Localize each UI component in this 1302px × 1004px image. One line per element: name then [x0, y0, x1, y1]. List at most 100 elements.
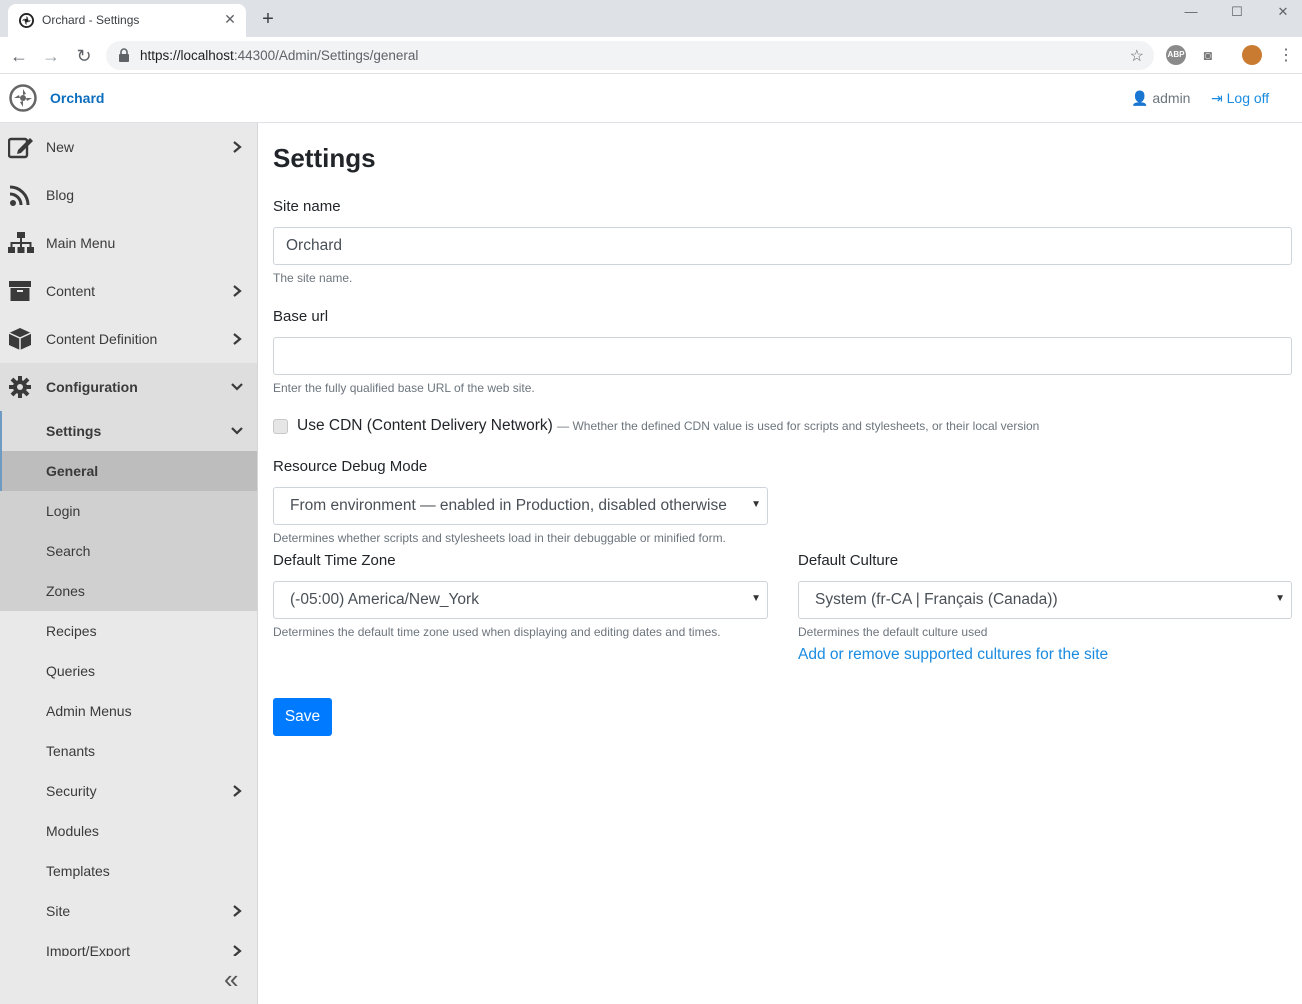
debug-mode-select[interactable]: From environment — enabled in Production… — [273, 487, 768, 525]
caret-down-icon: ▼ — [751, 593, 761, 604]
camera-icon[interactable]: ◙ — [1198, 45, 1218, 65]
back-icon[interactable]: ← — [6, 43, 32, 69]
time-zone-label: Default Time Zone — [273, 552, 396, 569]
collapse-sidebar-button[interactable]: « — [0, 956, 257, 1004]
sidebar-item-templates[interactable]: Templates — [0, 851, 257, 891]
time-zone-select[interactable]: (-05:00) America/New_York ▼ — [273, 581, 768, 619]
sidebar-item-label: Security — [46, 783, 97, 799]
chevron-right-icon — [233, 333, 242, 345]
sidebar-item-new[interactable]: New — [0, 123, 257, 171]
site-name-help: The site name. — [273, 271, 353, 285]
culture-select[interactable]: System (fr-CA | Français (Canada)) ▼ — [798, 581, 1292, 619]
gear-icon — [9, 376, 31, 398]
sidebar-item-content[interactable]: Content — [0, 267, 257, 315]
save-button[interactable]: Save — [273, 698, 332, 736]
sidebar-item-label: Zones — [46, 583, 85, 599]
orchard-favicon-icon — [19, 13, 34, 28]
rss-icon — [9, 185, 30, 206]
caret-down-icon: ▼ — [1275, 593, 1285, 604]
reload-icon[interactable]: ↻ — [71, 43, 97, 69]
sidebar-item-security[interactable]: Security — [0, 771, 257, 811]
sidebar-item-content-definition[interactable]: Content Definition — [0, 315, 257, 363]
base-url-help: Enter the fully qualified base URL of th… — [273, 381, 535, 395]
user-menu[interactable]: 👤 admin — [1131, 90, 1190, 107]
sidebar-item-modules[interactable]: Modules — [0, 811, 257, 851]
chevron-right-icon — [233, 785, 242, 797]
sidebar-item-label: New — [46, 139, 75, 155]
adblock-icon[interactable]: ABP — [1166, 45, 1186, 65]
sidebar-item-recipes[interactable]: Recipes — [0, 611, 257, 651]
minimize-icon[interactable]: — — [1168, 0, 1214, 30]
base-url-input[interactable] — [273, 337, 1292, 375]
sign-out-icon: ⇥ — [1211, 90, 1223, 106]
close-window-icon[interactable]: ✕ — [1260, 0, 1302, 30]
brand-link[interactable]: Orchard — [50, 90, 104, 106]
sidebar-item-zones[interactable]: Zones — [0, 571, 257, 611]
sidebar-item-general[interactable]: General — [0, 451, 257, 491]
sidebar-item-tenants[interactable]: Tenants — [0, 731, 257, 771]
culture-value: System (fr-CA | Français (Canada)) — [815, 591, 1058, 608]
orchard-logo-icon[interactable] — [9, 84, 37, 112]
sidebar-item-site[interactable]: Site — [0, 891, 257, 931]
double-chevron-left-icon: « — [224, 964, 239, 994]
cube-icon — [8, 328, 32, 350]
caret-down-icon: ▼ — [751, 499, 761, 510]
archive-icon — [9, 281, 31, 301]
extension-avatar-icon[interactable] — [1242, 45, 1262, 65]
browser-menu-icon[interactable]: ⋮ — [1273, 43, 1299, 69]
sidebar-item-main-menu[interactable]: Main Menu — [0, 219, 257, 267]
logoff-link[interactable]: ⇥ Log off — [1211, 90, 1269, 107]
admin-topbar: Orchard 👤 admin ⇥ Log off — [0, 74, 1302, 123]
sidebar-item-blog[interactable]: Blog — [0, 171, 257, 219]
sidebar-item-label: Admin Menus — [46, 703, 132, 719]
base-url-label: Base url — [273, 308, 329, 325]
tab-title: Orchard - Settings — [42, 13, 140, 27]
bookmark-star-icon[interactable]: ☆ — [1130, 46, 1144, 66]
chevron-right-icon — [233, 285, 242, 297]
sidebar-item-label: Main Menu — [46, 235, 116, 251]
sidebar-item-label: Templates — [46, 863, 110, 879]
sitemap-icon — [8, 232, 34, 253]
culture-help: Determines the default culture used — [798, 625, 988, 639]
sidebar-item-settings[interactable]: Settings — [0, 411, 257, 451]
sidebar-item-label: Modules — [46, 823, 99, 839]
site-name-input[interactable]: Orchard — [273, 227, 1292, 265]
browser-tabstrip: Orchard - Settings ✕ + — ☐ ✕ — [0, 0, 1302, 37]
debug-mode-value: From environment — enabled in Production… — [290, 497, 727, 514]
browser-toolbar: ← → ↻ https://localhost:44300/Admin/Sett… — [0, 37, 1302, 74]
user-name: admin — [1152, 90, 1191, 106]
chevron-down-icon — [231, 383, 243, 391]
use-cdn-label[interactable]: Use CDN (Content Delivery Network) — Whe… — [297, 417, 1039, 435]
url-text: https://localhost:44300/Admin/Settings/g… — [140, 48, 419, 63]
forward-icon[interactable]: → — [38, 43, 64, 69]
address-bar[interactable]: https://localhost:44300/Admin/Settings/g… — [106, 41, 1154, 70]
sidebar-item-label: Content — [46, 283, 96, 299]
logoff-label: Log off — [1226, 90, 1270, 106]
use-cdn-text: Use CDN (Content Delivery Network) — [297, 417, 553, 434]
browser-tab[interactable]: Orchard - Settings ✕ — [8, 4, 246, 37]
sidebar-item-label: Configuration — [46, 379, 138, 395]
admin-sidebar: New Blog Main Menu Content Content Defin… — [0, 123, 258, 1004]
sidebar-item-label: General — [46, 463, 99, 479]
sidebar-item-label: Tenants — [46, 743, 96, 759]
sidebar-item-queries[interactable]: Queries — [0, 651, 257, 691]
tab-close-icon[interactable]: ✕ — [221, 10, 239, 28]
sidebar-item-label: Queries — [46, 663, 96, 679]
user-icon: 👤 — [1131, 90, 1149, 106]
manage-cultures-link[interactable]: Add or remove supported cultures for the… — [798, 646, 1108, 664]
settings-form: Settings Site name Orchard The site name… — [258, 123, 1302, 1004]
use-cdn-checkbox[interactable] — [273, 419, 288, 434]
sidebar-item-admin-menus[interactable]: Admin Menus — [0, 691, 257, 731]
sidebar-item-label: Recipes — [46, 623, 97, 639]
edit-icon — [8, 137, 33, 159]
sidebar-item-configuration[interactable]: Configuration — [0, 363, 257, 411]
sidebar-item-label: Site — [46, 903, 71, 919]
new-tab-button[interactable]: + — [256, 7, 280, 31]
sidebar-item-login[interactable]: Login — [0, 491, 257, 531]
sidebar-item-search[interactable]: Search — [0, 531, 257, 571]
sidebar-item-label: Settings — [46, 423, 102, 439]
maximize-icon[interactable]: ☐ — [1214, 0, 1260, 30]
time-zone-help: Determines the default time zone used wh… — [273, 625, 721, 639]
debug-mode-help: Determines whether scripts and styleshee… — [273, 531, 726, 545]
time-zone-value: (-05:00) America/New_York — [290, 591, 479, 608]
